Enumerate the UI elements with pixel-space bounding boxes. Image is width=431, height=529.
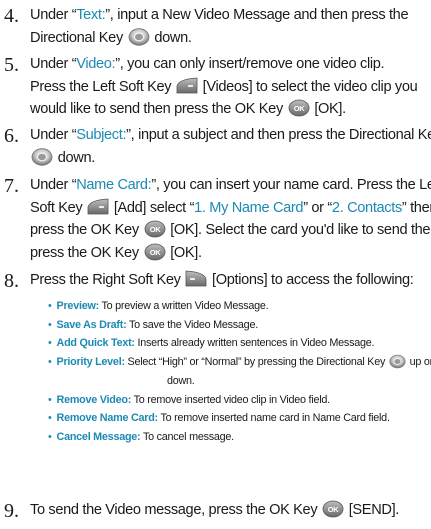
menu-option-contacts: 2. Contacts [331,199,402,216]
step-text: To send the Video message, press the OK … [30,500,399,518]
left-soft-key-icon [176,77,198,95]
list-item: • Save As Draft: To save the Video Messag… [48,318,258,331]
right-soft-key-icon [185,270,207,288]
ok-key-icon: OK [322,500,344,518]
ok-key-icon: OK [144,220,166,238]
left-soft-key-icon [87,198,109,216]
step-text: Under “Text:”, input a New Video Message… [30,7,409,46]
step-text: Under “Video:”, you can only insert/remo… [30,56,418,117]
list-item: • Remove Video: To remove inserted video … [48,393,330,406]
list-item: • Priority Level: Select “High” or “Norma… [48,354,431,369]
list-item: • Preview: To preview a written Video Mes… [48,300,269,312]
field-name-subject: Subject: [76,127,127,143]
svg-text:OK: OK [293,104,304,113]
field-name-name-card: Name Card: [76,177,152,193]
step-text: Under “Subject:”, input a subject and th… [30,127,431,166]
directional-key-icon [31,147,53,166]
step-number: 4. [4,5,19,27]
directional-key-icon [128,27,150,46]
svg-text:OK: OK [149,225,160,234]
step-number: 7. [4,175,19,197]
svg-text:OK: OK [149,248,160,257]
list-item: • Remove Name Card: To remove inserted na… [48,412,390,425]
list-item: • Cancel Message: To cancel message. [48,430,234,443]
field-name-video: Video: [76,56,116,72]
ok-key-icon: OK [288,99,310,117]
field-name-text: Text: [76,7,106,23]
step-number: 5. [4,54,19,76]
step-text: Under “Name Card:”, you can insert your … [30,177,431,261]
ok-key-icon: OK [144,243,166,261]
list-item: • Add Quick Text: Inserts already written… [48,337,375,350]
step-number: 8. [4,270,19,292]
manual-page: 4. Under “Text:”, input a New Video Mess… [0,0,431,529]
step-number: 6. [4,125,19,147]
svg-text:OK: OK [328,505,339,514]
step-text: Press the Right Soft Key [Options] to ac… [30,270,414,288]
options-list: • Preview: To preview a written Video Mes… [48,297,431,447]
directional-key-icon [389,354,406,369]
step-number: 9. [4,500,19,522]
menu-option-my-name-card: 1. My Name Card [194,199,304,216]
